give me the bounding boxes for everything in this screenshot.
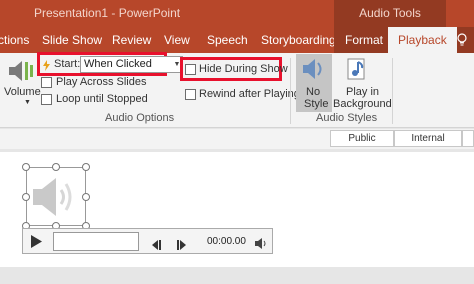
- rewind-after-playing-checkbox[interactable]: [185, 89, 196, 100]
- tab-review[interactable]: Review: [112, 33, 151, 47]
- skip-forward-icon[interactable]: [177, 237, 187, 255]
- hide-during-show-checkbox[interactable]: [185, 64, 196, 75]
- tab-playback[interactable]: Playback: [388, 27, 457, 53]
- volume-icon[interactable]: [8, 58, 36, 89]
- audio-options-group-label: Audio Options: [105, 112, 175, 124]
- volume-button-label[interactable]: Volume: [4, 86, 41, 98]
- tab-view[interactable]: View: [164, 33, 190, 47]
- tell-me-lightbulb-icon[interactable]: [456, 33, 468, 50]
- tab-storyboarding[interactable]: Storyboarding: [261, 33, 336, 47]
- audio-speaker-icon[interactable]: [31, 172, 81, 227]
- resize-handle-l[interactable]: [22, 193, 30, 201]
- window-title: Presentation1 - PowerPoint: [34, 6, 181, 20]
- audio-player-bar: 00:00.00: [22, 228, 273, 254]
- rewind-after-playing-label[interactable]: Rewind after Playing: [199, 88, 300, 100]
- player-volume-icon[interactable]: [255, 236, 268, 254]
- loop-until-stopped-label[interactable]: Loop until Stopped: [56, 93, 148, 105]
- group-separator: [290, 58, 291, 124]
- resize-handle-tr[interactable]: [82, 163, 90, 171]
- start-select[interactable]: When Clicked: [80, 56, 173, 73]
- volume-dropdown-arrow[interactable]: ▼: [24, 99, 31, 106]
- group-separator-2: [392, 58, 393, 124]
- play-across-slides-label[interactable]: Play Across Slides: [56, 76, 146, 88]
- title-bar: Presentation1 - PowerPoint Audio Tools: [0, 0, 474, 27]
- play-in-background-label-2[interactable]: Background: [333, 98, 392, 110]
- no-style-label-1: No: [306, 86, 321, 98]
- play-in-background-label-1[interactable]: Play in: [346, 86, 379, 98]
- resize-handle-tl[interactable]: [22, 163, 30, 171]
- sensitivity-internal-button[interactable]: Internal: [394, 130, 462, 147]
- ribbon-tab-row: ctions Slide Show Review View Speech Sto…: [0, 27, 474, 53]
- start-label: Start:: [54, 58, 81, 70]
- resize-handle-t[interactable]: [52, 163, 60, 171]
- seek-bar[interactable]: [53, 232, 139, 251]
- play-across-slides-checkbox[interactable]: [41, 77, 52, 88]
- resize-handle-r[interactable]: [82, 193, 90, 201]
- hide-during-show-label[interactable]: Hide During Show: [199, 63, 288, 75]
- no-style-label-2: Style: [304, 98, 329, 110]
- play-in-background-icon[interactable]: [346, 56, 370, 87]
- sensitivity-public-button[interactable]: Public: [330, 130, 394, 147]
- skip-back-icon[interactable]: [151, 237, 161, 255]
- tab-speech[interactable]: Speech: [207, 33, 248, 47]
- tab-format[interactable]: Format: [345, 33, 383, 47]
- tab-slide-show[interactable]: Slide Show: [42, 33, 102, 47]
- no-style-icon: [302, 57, 324, 86]
- audio-styles-group-label: Audio Styles: [316, 112, 378, 124]
- playback-time: 00:00.00: [207, 236, 246, 247]
- start-lightning-icon: [41, 58, 52, 76]
- sensitivity-more-button[interactable]: [462, 130, 474, 147]
- audio-tools-context-header: Audio Tools: [334, 0, 446, 27]
- play-icon[interactable]: [31, 235, 42, 253]
- tab-animations[interactable]: ctions: [0, 33, 29, 47]
- loop-until-stopped-checkbox[interactable]: [41, 94, 52, 105]
